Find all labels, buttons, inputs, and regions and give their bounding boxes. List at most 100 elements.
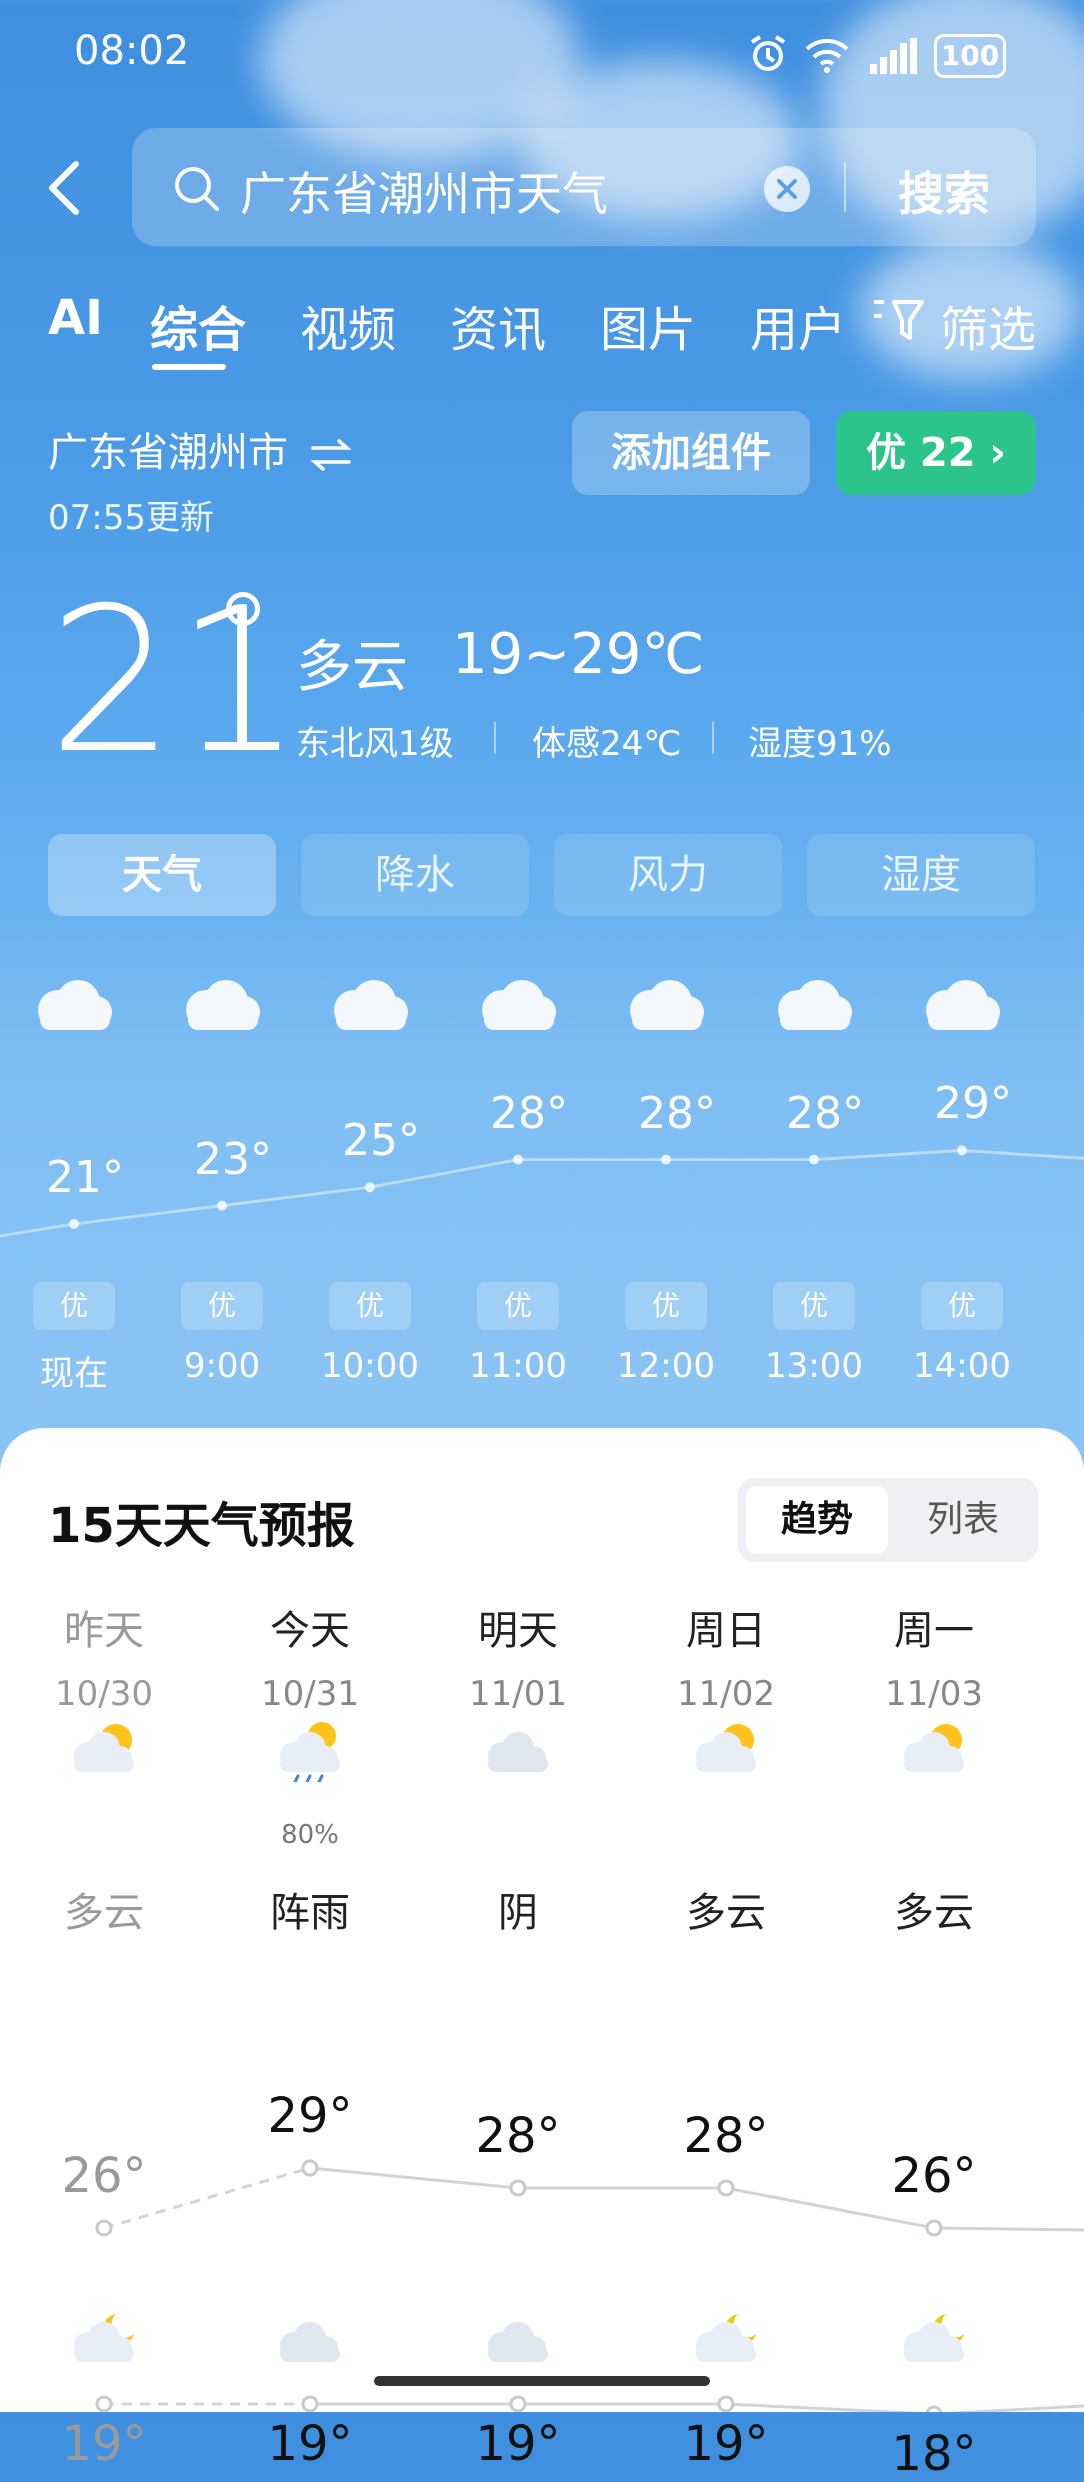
overcast-icon	[280, 2322, 340, 2362]
cloud-icon	[926, 980, 1000, 1030]
high-temp: 28°	[683, 2108, 769, 2164]
low-temp: 19°	[475, 2416, 561, 2472]
low-temp-point	[925, 2405, 943, 2412]
hourly-temp-point	[809, 1154, 819, 1165]
partly-cloudy-icon	[904, 1724, 964, 1772]
low-temp: 19°	[267, 2416, 353, 2472]
wifi-icon	[805, 39, 849, 73]
hourly-temp-point	[513, 1154, 523, 1165]
temp-range: 19~29℃	[452, 622, 705, 687]
switch-icon	[310, 439, 352, 471]
day-condition: 多云	[686, 1890, 766, 1936]
back-icon[interactable]	[44, 160, 84, 216]
high-temp: 29°	[267, 2088, 353, 2144]
search-bar[interactable]: 广东省潮州市天气 搜索	[132, 128, 1036, 246]
add-widget-button[interactable]: 添加组件	[572, 411, 810, 495]
hourly-time: 11:00	[469, 1346, 567, 1386]
hourly-time: 12:00	[617, 1346, 715, 1386]
location-name[interactable]: 广东省潮州市	[48, 420, 352, 478]
segment-humidity[interactable]: 湿度	[807, 834, 1035, 916]
hourly-time: 10:00	[321, 1346, 419, 1386]
overcast-icon	[488, 1732, 548, 1772]
segment-weather[interactable]: 天气	[48, 834, 276, 916]
hourly-temp-point	[217, 1200, 227, 1211]
high-temp: 26°	[891, 2148, 977, 2204]
hourly-temp: 29°	[934, 1078, 1012, 1130]
hourly-temp: 28°	[490, 1087, 568, 1139]
tab-images[interactable]: 图片	[600, 290, 696, 360]
day-date: 10/31	[261, 1674, 359, 1714]
high-temp: 28°	[475, 2108, 561, 2164]
aqi-badge[interactable]: 优 22 ›	[836, 411, 1036, 495]
partly-cloudy-icon	[74, 1724, 134, 1772]
tab-comprehensive[interactable]: 综合	[150, 290, 246, 360]
location-text: 广东省潮州市	[48, 430, 288, 476]
overcast-icon	[488, 2322, 548, 2362]
day-condition: 阵雨	[270, 1890, 350, 1936]
precip-chance: 80%	[281, 1820, 339, 1850]
detail-divider	[712, 722, 714, 754]
day-date: 11/01	[469, 1674, 567, 1714]
search-icon	[175, 167, 219, 211]
low-temp-point	[95, 2395, 113, 2412]
hourly-aqi-badge: 优	[181, 1282, 263, 1330]
segment-wind[interactable]: 风力	[554, 834, 782, 916]
status-icons: 100	[748, 32, 1048, 80]
day-condition: 多云	[894, 1890, 974, 1936]
tab-ai[interactable]: AI	[48, 290, 103, 346]
low-temp-line	[943, 2404, 1084, 2412]
high-temp: 26°	[61, 2148, 147, 2204]
hourly-aqi-badge: 优	[477, 1282, 559, 1330]
hourly-temp: 28°	[638, 1087, 716, 1139]
hourly-temp: 21°	[46, 1152, 124, 1203]
hourly-temp-point	[365, 1182, 375, 1193]
search-input[interactable]: 广东省潮州市天气	[240, 158, 608, 224]
high-temp-point	[301, 2159, 319, 2177]
high-temp-line	[309, 2166, 519, 2190]
cloud-icon	[630, 980, 704, 1030]
tab-news[interactable]: 资讯	[450, 290, 546, 360]
alarm-icon	[750, 35, 786, 71]
clear-icon[interactable]	[764, 166, 810, 212]
hourly-aqi-badge: 优	[921, 1282, 1003, 1330]
hourly-temp-point	[661, 1154, 671, 1165]
battery-level: 100	[940, 39, 1000, 72]
hourly-aqi-badge: 优	[625, 1282, 707, 1330]
home-indicator[interactable]	[374, 2376, 710, 2386]
high-temp-point	[925, 2219, 943, 2237]
search-button[interactable]: 搜索	[898, 158, 990, 224]
hourly-aqi-badge: 优	[33, 1282, 115, 1330]
night-partly-cloudy-icon	[74, 2314, 134, 2362]
low-temp-point	[509, 2395, 527, 2412]
day-name: 周日	[686, 1608, 766, 1654]
hourly-aqi-badge: 优	[329, 1282, 411, 1330]
partly-cloudy-icon	[696, 1724, 756, 1772]
cloud-icon	[778, 980, 852, 1030]
night-partly-cloudy-icon	[696, 2314, 756, 2362]
search-divider	[844, 162, 846, 212]
update-time: 07:55更新	[48, 498, 214, 538]
signal-icon	[870, 38, 917, 74]
low-temp-point	[301, 2395, 319, 2412]
day-name: 今天	[270, 1608, 350, 1654]
feels-like: 体感24℃	[532, 724, 682, 764]
high-temp-point	[95, 2219, 113, 2237]
tab-video[interactable]: 视频	[300, 290, 396, 360]
shower-icon	[280, 1722, 340, 1782]
day-date: 11/02	[677, 1674, 775, 1714]
hourly-time: 9:00	[183, 1346, 261, 1386]
daily-forecast: 昨天 10/30 多云 26° 19° 今天 10/31 80% 阵雨 29° 19° 明天 11/01…	[0, 1428, 1084, 2482]
segment-precipitation[interactable]: 降水	[301, 834, 529, 916]
day-name: 周一	[894, 1608, 974, 1654]
active-tab-indicator	[152, 364, 226, 370]
high-temp-line	[933, 2226, 1084, 2232]
hourly-aqi-badge: 优	[773, 1282, 855, 1330]
cloud-icon	[482, 980, 556, 1030]
hourly-time: 14:00	[913, 1346, 1011, 1386]
cloud-icon	[334, 980, 408, 1030]
hourly-time: 现在	[40, 1354, 108, 1394]
day-name: 昨天	[64, 1608, 144, 1654]
high-temp-point	[717, 2179, 735, 2197]
current-condition: 多云	[296, 635, 408, 700]
tab-users[interactable]: 用户	[750, 290, 846, 360]
